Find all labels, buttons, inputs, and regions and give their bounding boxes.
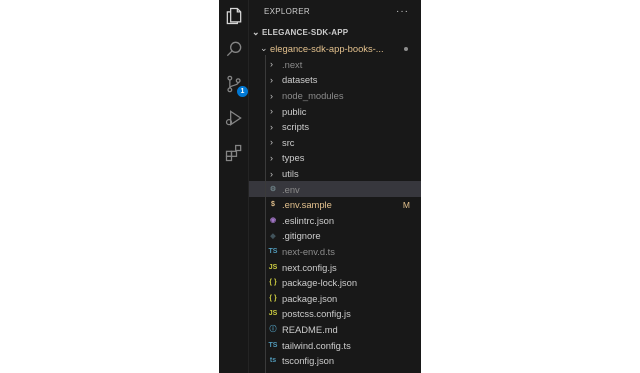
chevron-right-icon: ›	[270, 121, 273, 132]
file-name: .env.sample	[282, 199, 332, 211]
file-row[interactable]: JS next.config.js	[249, 259, 421, 275]
file-row[interactable]: ◆ .gitignore	[249, 228, 421, 244]
json-icon: { }	[269, 279, 277, 287]
file-row[interactable]: { } package.json	[249, 291, 421, 307]
chevron-right-icon: ›	[270, 168, 273, 179]
workspace-section-header[interactable]: ⌄ ELEGANCE-SDK-APP	[249, 23, 421, 41]
folder-name: scripts	[282, 121, 310, 133]
more-actions-icon[interactable]: ···	[396, 6, 409, 17]
extensions-icon[interactable]	[223, 142, 245, 164]
folder-row[interactable]: › .next	[249, 57, 421, 73]
source-control-icon[interactable]: 1	[223, 73, 248, 97]
json-icon: { }	[269, 294, 277, 302]
git-icon: ◆	[270, 232, 276, 240]
root-folder-row[interactable]: ⌄ elegance-sdk-app-books-...	[249, 41, 421, 57]
chevron-right-icon: ›	[270, 106, 273, 117]
info-icon: ⓘ	[269, 326, 277, 334]
file-name: README.md	[282, 323, 338, 335]
file-tree: › .next › datasets › node_modules › public › scri…	[249, 57, 421, 369]
chevron-right-icon: ›	[270, 137, 273, 148]
typescript-icon: TS	[268, 341, 278, 349]
folder-row[interactable]: › types	[249, 150, 421, 166]
javascript-icon: JS	[268, 263, 278, 271]
file-row[interactable]: TS next-env.d.ts	[249, 244, 421, 260]
modified-badge: M	[402, 199, 410, 210]
chevron-right-icon: ›	[270, 74, 273, 85]
folder-row[interactable]: › node_modules	[249, 88, 421, 104]
javascript-icon: JS	[268, 310, 278, 318]
file-row[interactable]: ◉ .eslintrc.json	[249, 213, 421, 229]
file-name: .gitignore	[282, 230, 321, 242]
typescript-icon: TS	[268, 248, 278, 256]
run-debug-icon[interactable]	[223, 107, 245, 129]
file-row[interactable]: JS postcss.config.js	[249, 306, 421, 322]
folder-name: utils	[282, 168, 299, 180]
file-name: postcss.config.js	[282, 308, 351, 320]
root-folder-name: elegance-sdk-app-books-...	[270, 43, 384, 55]
file-name: .eslintrc.json	[282, 214, 335, 226]
file-name: package-lock.json	[282, 277, 358, 289]
indent-guide	[265, 55, 266, 373]
tsconfig-icon: ts	[269, 357, 277, 365]
file-row[interactable]: ⓘ README.md	[249, 322, 421, 338]
vscode-window: 1 EXPLORER ··· ⌄ ELEGANCE-SDK-APP ⌄ eleg…	[219, 0, 421, 373]
folder-row[interactable]: › scripts	[249, 119, 421, 135]
chevron-right-icon: ›	[270, 90, 273, 101]
scm-badge: 1	[237, 86, 248, 97]
eslint-icon: ◉	[269, 217, 277, 225]
dollar-icon: $	[271, 201, 275, 209]
chevron-right-icon: ›	[270, 59, 273, 70]
folder-name: types	[282, 152, 305, 164]
file-row[interactable]: { } package-lock.json	[249, 275, 421, 291]
explorer-sidebar: EXPLORER ··· ⌄ ELEGANCE-SDK-APP ⌄ elegan…	[249, 0, 421, 373]
modified-dot-icon	[404, 47, 408, 51]
workspace-name: ELEGANCE-SDK-APP	[262, 27, 349, 37]
folder-name: node_modules	[282, 90, 344, 102]
file-name: package.json	[282, 292, 338, 304]
file-name: next.config.js	[282, 261, 337, 273]
file-row[interactable]: $ .env.sample M	[249, 197, 421, 213]
folder-row[interactable]: › public	[249, 103, 421, 119]
search-icon[interactable]	[223, 38, 245, 60]
chevron-right-icon: ›	[270, 152, 273, 163]
chevron-down-icon: ⌄	[252, 26, 260, 37]
file-row[interactable]: ts tsconfig.json	[249, 353, 421, 369]
folder-name: public	[282, 105, 307, 117]
files-icon[interactable]	[223, 5, 245, 27]
file-name: tsconfig.json	[282, 355, 335, 367]
folder-name: src	[282, 136, 295, 148]
file-name: tailwind.config.ts	[282, 339, 351, 351]
folder-name: .next	[282, 58, 303, 70]
folder-row[interactable]: › src	[249, 135, 421, 151]
activity-bar: 1	[219, 0, 249, 373]
gear-icon: ⚙	[269, 186, 277, 194]
file-name: .env	[282, 183, 300, 195]
folder-name: datasets	[282, 74, 318, 86]
folder-row[interactable]: › utils	[249, 166, 421, 182]
chevron-down-icon: ⌄	[260, 43, 268, 54]
file-name: next-env.d.ts	[282, 246, 335, 258]
folder-row[interactable]: › datasets	[249, 72, 421, 88]
explorer-title: EXPLORER	[264, 6, 310, 16]
explorer-header: EXPLORER ···	[249, 0, 421, 22]
file-row[interactable]: TS tailwind.config.ts	[249, 337, 421, 353]
file-row[interactable]: ⚙ .env	[249, 181, 421, 197]
